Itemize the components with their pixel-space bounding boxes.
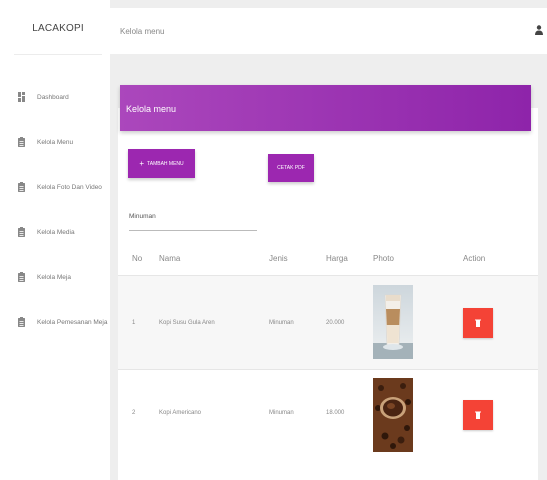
clipboard-icon xyxy=(18,137,25,147)
add-menu-button[interactable]: + TAMBAH MENU xyxy=(128,149,195,178)
row-no: 1 xyxy=(132,320,136,326)
sidebar-item-kelola-media[interactable]: Kelola Media xyxy=(18,225,108,239)
sidebar-item-kelola-menu[interactable]: Kelola Menu xyxy=(18,135,108,149)
column-header-harga: Harga xyxy=(326,254,348,263)
sidebar-item-label: Kelola Foto Dan Video xyxy=(37,183,102,191)
dashboard-icon xyxy=(18,92,25,102)
sidebar-item-kelola-meja[interactable]: Kelola Meja xyxy=(18,270,108,284)
table-divider xyxy=(118,369,538,370)
column-header-photo: Photo xyxy=(373,254,394,263)
table-divider xyxy=(118,275,538,276)
print-pdf-button[interactable]: CETAK PDF xyxy=(268,154,314,182)
row-nama: Kopi Americano xyxy=(159,410,202,416)
row-jenis: Minuman xyxy=(269,410,294,416)
row-jenis: Minuman xyxy=(269,320,294,326)
delete-button[interactable] xyxy=(463,308,493,338)
category-filter-value: Minuman xyxy=(129,213,156,220)
clipboard-icon xyxy=(18,182,25,192)
clipboard-icon xyxy=(18,227,25,237)
clipboard-icon xyxy=(18,272,25,282)
card-title: Kelola menu xyxy=(126,104,177,114)
plus-icon: + xyxy=(139,159,145,168)
category-filter-select[interactable]: Minuman xyxy=(129,210,257,231)
trash-icon xyxy=(475,319,481,327)
user-icon[interactable] xyxy=(535,25,543,35)
sidebar-item-kelola-pemesanan-meja[interactable]: Kelola Pemesanan Meja xyxy=(18,315,108,329)
clipboard-icon xyxy=(18,317,25,327)
menu-photo xyxy=(373,285,413,359)
row-harga: 20.000 xyxy=(326,320,345,326)
add-menu-label: TAMBAH MENU xyxy=(147,160,184,167)
sidebar-item-label: Kelola Menu xyxy=(37,138,74,146)
card-header: Kelola menu xyxy=(120,85,531,131)
sidebar-item-kelola-foto-dan-video[interactable]: Kelola Foto Dan Video xyxy=(18,180,108,194)
main-content: Kelola menu Kelola menu + TAMBAH MENU CE… xyxy=(110,0,547,480)
row-harga: 18.000 xyxy=(326,410,345,416)
sidebar: LACAKOPI Dashboard Kelola Menu Kelola Fo… xyxy=(8,8,108,480)
menu-photo xyxy=(373,378,413,452)
column-header-jenis: Jenis xyxy=(269,254,288,263)
sidebar-item-label: Kelola Media xyxy=(37,228,75,236)
row-no: 2 xyxy=(132,410,136,416)
sidebar-item-label: Dashboard xyxy=(37,93,69,101)
sidebar-item-label: Kelola Meja xyxy=(37,273,71,281)
sidebar-item-label: Kelola Pemesanan Meja xyxy=(37,318,108,326)
row-nama: Kopi Susu Gula Aren xyxy=(159,320,215,326)
column-header-no: No xyxy=(132,254,143,263)
column-header-nama: Nama xyxy=(159,254,181,263)
delete-button[interactable] xyxy=(463,400,493,430)
trash-icon xyxy=(475,411,481,419)
page-title: Kelola menu xyxy=(120,27,165,36)
top-navbar: Kelola menu xyxy=(110,8,547,54)
column-header-action: Action xyxy=(463,254,486,263)
sidebar-item-dashboard[interactable]: Dashboard xyxy=(18,90,108,104)
brand-logo[interactable]: LACAKOPI xyxy=(14,8,102,55)
